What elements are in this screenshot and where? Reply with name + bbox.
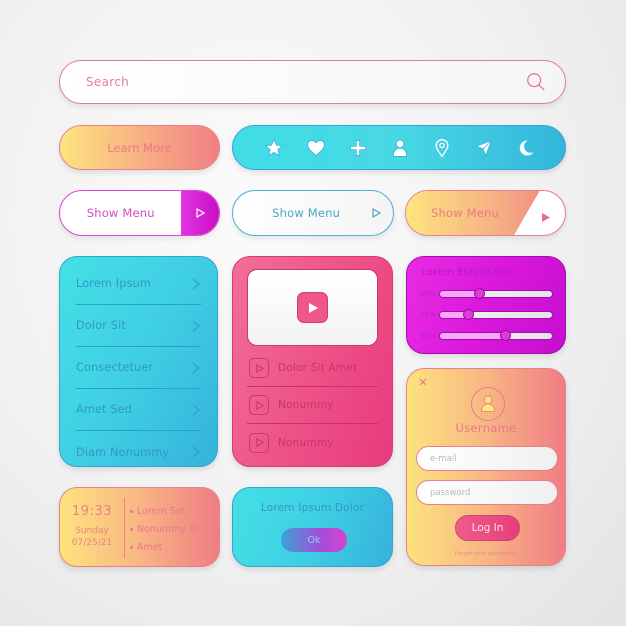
- divider: [124, 498, 125, 558]
- user-icon: [480, 395, 496, 412]
- track-item[interactable]: Nonummy: [247, 424, 378, 461]
- play-arrow-icon: [181, 191, 219, 235]
- stat-slider[interactable]: [439, 329, 553, 341]
- play-icon: [249, 358, 269, 378]
- slider-knob[interactable]: [499, 329, 511, 341]
- moon-icon[interactable]: [515, 137, 537, 159]
- login-card: Username Log In Forgot your password?: [406, 368, 566, 566]
- stat-row: 25%: [420, 304, 553, 325]
- show-menu-button-blue[interactable]: Show Menu: [232, 190, 394, 236]
- stat-slider[interactable]: [439, 287, 553, 299]
- chevron-right-icon: [192, 404, 200, 415]
- heart-icon[interactable]: [305, 137, 327, 159]
- menu-item[interactable]: Lorem Ipsum: [76, 263, 201, 305]
- play-icon: [249, 432, 269, 453]
- track-item[interactable]: Dolor Sit Amet: [247, 350, 378, 387]
- video-screen[interactable]: [247, 269, 378, 346]
- chevron-right-icon: [192, 362, 200, 373]
- search-input[interactable]: [86, 75, 525, 89]
- play-arrow-icon: [371, 208, 393, 218]
- chevron-right-icon: [192, 278, 200, 289]
- clock-date: 07/25/21: [71, 538, 113, 548]
- menu-item[interactable]: Consectetuer: [76, 347, 201, 389]
- password-field[interactable]: [416, 480, 558, 505]
- menu-list-card: Lorem Ipsum Dolor Sit Consectetuer Amet …: [59, 256, 218, 467]
- statistics-card: Lorem Estatistics 30% 25% 60%: [406, 256, 566, 354]
- statistics-title: Lorem Estatistics: [421, 267, 512, 278]
- dialog-message: Lorem Ipsum Dolor: [260, 502, 365, 514]
- dialog-card: Lorem Ipsum Dolor Ok: [232, 487, 393, 567]
- forgot-password-link[interactable]: Forgot your password?: [407, 551, 565, 557]
- list-item: Lorem Set: [130, 502, 199, 520]
- clock-time: 19:33: [72, 504, 112, 519]
- play-arrow-icon: [541, 208, 551, 227]
- show-menu-label: Show Menu: [272, 206, 341, 220]
- play-button[interactable]: [297, 292, 328, 323]
- ok-button[interactable]: Ok: [281, 528, 347, 552]
- stat-row: 30%: [420, 283, 553, 304]
- show-menu-button-magenta[interactable]: Show Menu: [59, 190, 220, 236]
- email-field[interactable]: [416, 446, 558, 471]
- video-player-card: Dolor Sit Amet Nonummy Nonummy: [232, 256, 393, 467]
- show-menu-label: Show Menu: [86, 206, 155, 220]
- close-icon[interactable]: [418, 377, 430, 389]
- slider-knob[interactable]: [463, 308, 474, 320]
- icon-toolbar: [232, 125, 566, 170]
- user-icon[interactable]: [389, 137, 411, 159]
- track-item[interactable]: Nonummy: [247, 387, 378, 424]
- clock-day: Sunday: [75, 526, 109, 536]
- username-label: Username: [455, 421, 517, 435]
- slider-knob[interactable]: [474, 287, 486, 299]
- show-menu-button-gradient[interactable]: Show Menu: [405, 190, 566, 236]
- location-pin-icon[interactable]: [431, 137, 453, 159]
- show-menu-label: Show Menu: [430, 206, 500, 220]
- plus-icon[interactable]: [347, 137, 369, 159]
- search-icon[interactable]: [525, 71, 547, 93]
- stat-slider[interactable]: [439, 308, 553, 320]
- list-item: Nonummy Et: [130, 520, 199, 538]
- menu-item[interactable]: Amet Sed: [76, 389, 201, 431]
- menu-item[interactable]: Dolor Sit: [76, 305, 201, 347]
- clock-card: 19:33 Sunday 07/25/21 Lorem Set Nonummy …: [59, 487, 220, 567]
- play-icon: [249, 395, 269, 415]
- send-icon[interactable]: [473, 137, 495, 159]
- avatar: [471, 387, 505, 421]
- stat-row: 60%: [420, 325, 553, 346]
- star-icon[interactable]: [263, 137, 285, 159]
- play-icon: [308, 302, 318, 313]
- chevron-right-icon: [192, 446, 200, 458]
- list-item: Amet: [130, 538, 199, 556]
- login-button[interactable]: Log In: [455, 515, 520, 541]
- learn-more-button[interactable]: Learn More: [59, 125, 220, 170]
- search-bar[interactable]: [59, 60, 566, 104]
- chevron-right-icon: [192, 320, 200, 331]
- menu-item[interactable]: Diam Nonummy: [76, 431, 201, 473]
